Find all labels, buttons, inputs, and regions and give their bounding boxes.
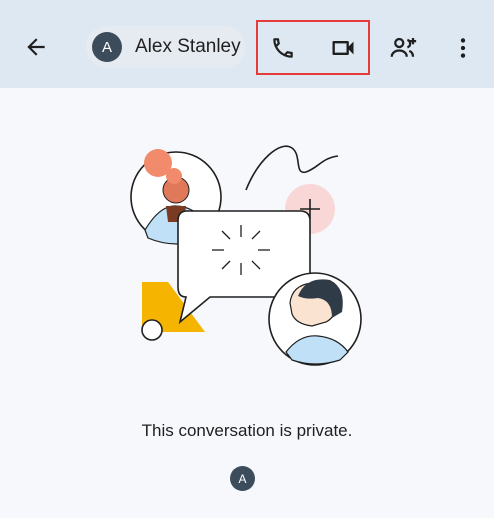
add-people-button[interactable]: [381, 26, 425, 70]
video-camera-icon: [332, 41, 354, 55]
more-options-button[interactable]: [441, 26, 485, 70]
phone-icon: [273, 38, 293, 58]
arrow-left-icon: [27, 38, 45, 56]
contact-name: Alex Stanley: [135, 36, 241, 57]
add-person-icon: [390, 37, 417, 57]
more-vert-icon: [460, 38, 466, 58]
video-call-button[interactable]: [321, 26, 365, 70]
contact-avatar: A: [92, 32, 122, 62]
person-right-circle: [268, 272, 362, 366]
private-conversation-illustration: [130, 145, 362, 366]
voice-call-button[interactable]: [261, 26, 305, 70]
private-conversation-message: This conversation is private.: [141, 421, 353, 440]
contact-chip[interactable]: A Alex Stanley: [86, 26, 246, 68]
back-button[interactable]: [14, 25, 58, 69]
participant-avatar: A: [230, 466, 255, 491]
app-bar: A Alex Stanley: [0, 0, 494, 88]
